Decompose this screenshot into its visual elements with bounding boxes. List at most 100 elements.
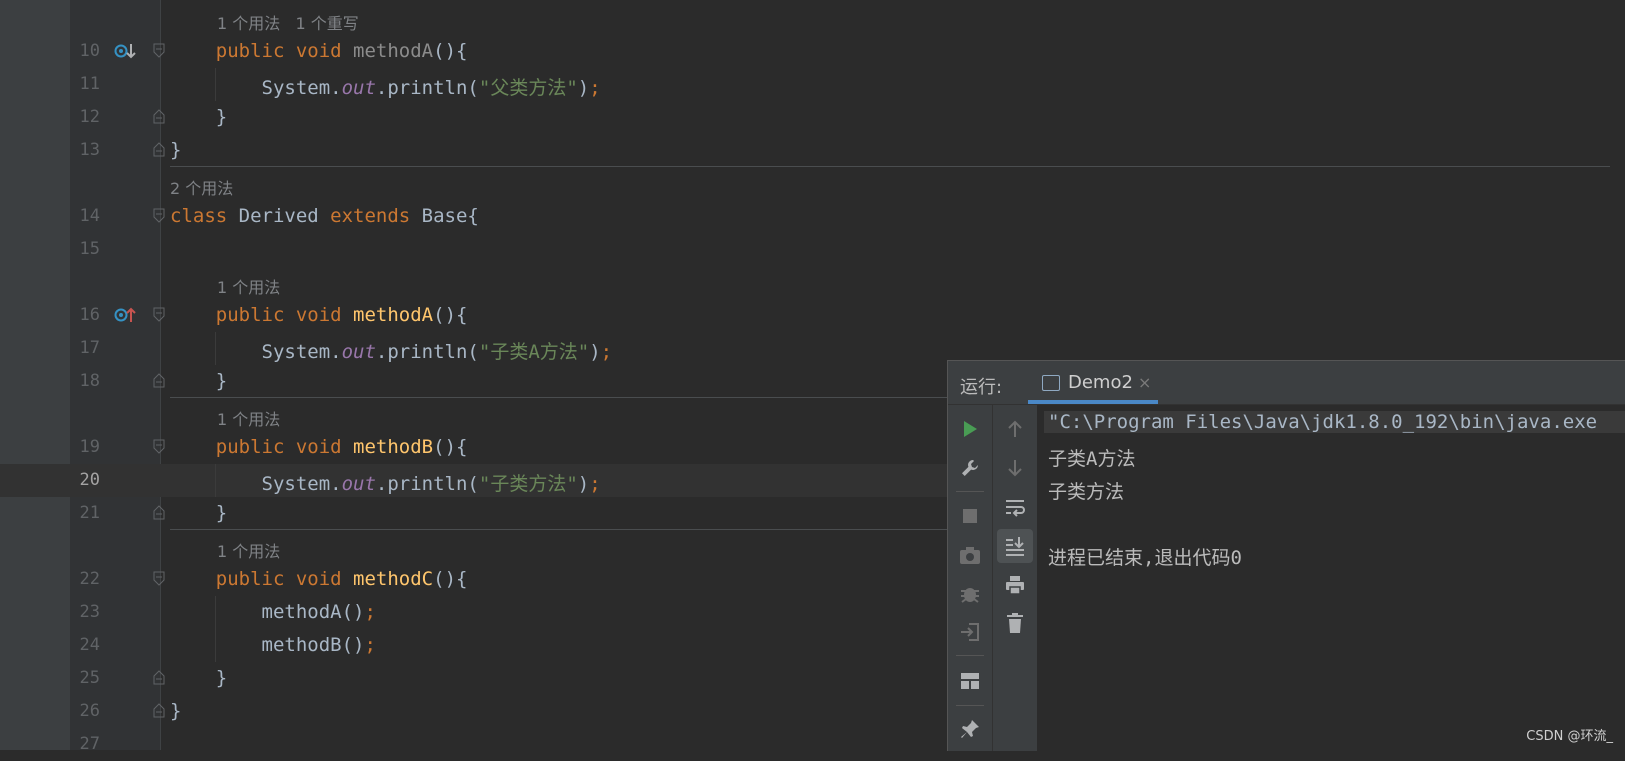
code-token: methodA xyxy=(353,40,434,62)
usage-hint[interactable]: 1 个用法 xyxy=(0,266,1625,299)
code-text[interactable]: } xyxy=(170,139,181,161)
code-token: ) xyxy=(577,77,590,99)
arrow-up-icon[interactable] xyxy=(1001,415,1029,443)
camera-icon[interactable] xyxy=(956,541,984,569)
usage-hint[interactable]: 2 个用法 xyxy=(0,167,1625,200)
code-text[interactable]: public void methodC(){ xyxy=(170,568,468,590)
code-text[interactable]: public void methodA(){ xyxy=(170,40,468,62)
login-icon[interactable] xyxy=(956,618,984,646)
code-text[interactable]: } xyxy=(170,667,227,689)
fold-marker-icon[interactable] xyxy=(153,142,165,157)
line-number: 10 xyxy=(79,41,100,61)
code-text[interactable]: } xyxy=(170,700,181,722)
run-toolbar-right xyxy=(993,405,1038,751)
code-token: (){ xyxy=(433,40,468,62)
code-text[interactable]: System.out.println("父类方法"); xyxy=(170,73,601,100)
code-token: "父类方法" xyxy=(478,77,578,99)
console-line[interactable]: 子类方法 xyxy=(1048,477,1124,504)
code-text[interactable]: } xyxy=(170,502,227,524)
fold-marker-icon[interactable] xyxy=(153,208,165,223)
code-token: System. xyxy=(170,77,342,99)
line-number: 13 xyxy=(79,140,100,160)
usage-hint-text[interactable]: 2 个用法 xyxy=(170,175,233,199)
fold-marker-icon[interactable] xyxy=(153,571,165,586)
code-token: .println( xyxy=(375,341,479,363)
indent-guide xyxy=(215,464,216,497)
code-token: public xyxy=(215,568,296,590)
scroll-to-end-icon[interactable] xyxy=(997,529,1033,563)
close-tab-icon[interactable]: × xyxy=(1138,373,1151,392)
code-line-12[interactable]: 12 } xyxy=(0,101,1625,134)
fold-marker-icon[interactable] xyxy=(153,505,165,520)
usage-hint-text[interactable]: 1 个用法 xyxy=(217,406,280,430)
toolbar-separator xyxy=(956,655,984,656)
code-text[interactable]: System.out.println("子类A方法"); xyxy=(170,337,613,364)
usage-hint-text[interactable]: 1 个用法 xyxy=(217,538,280,562)
code-token: public xyxy=(215,436,296,458)
code-text[interactable]: class Derived extends Base{ xyxy=(170,205,479,227)
code-token: System. xyxy=(170,473,342,495)
code-token: extends xyxy=(330,205,422,227)
stop-icon[interactable] xyxy=(956,502,984,530)
code-text[interactable]: public void methodA(){ xyxy=(170,304,468,326)
code-token: public xyxy=(215,40,296,62)
pin-icon[interactable] xyxy=(956,715,984,743)
code-token: public xyxy=(215,304,296,326)
fold-marker-icon[interactable] xyxy=(153,307,165,322)
code-text[interactable]: methodB(); xyxy=(170,634,376,656)
trash-icon[interactable] xyxy=(1001,609,1029,637)
code-line-16[interactable]: 16 public void methodA(){ xyxy=(0,299,1625,332)
override-up-icon[interactable] xyxy=(114,305,136,329)
code-token: void xyxy=(295,304,354,326)
code-text[interactable]: } xyxy=(170,370,227,392)
code-text[interactable]: public void methodB(){ xyxy=(170,436,468,458)
code-text[interactable]: } xyxy=(170,106,227,128)
code-token: } xyxy=(170,667,228,689)
run-icon[interactable] xyxy=(956,415,984,443)
code-token: void xyxy=(295,568,354,590)
line-number: 16 xyxy=(79,305,100,325)
line-number: 14 xyxy=(79,206,100,226)
console-output[interactable]: "C:\Program Files\Java\jdk1.8.0_192\bin\… xyxy=(1044,405,1625,751)
arrow-down-icon[interactable] xyxy=(1001,454,1029,482)
code-token: Base{ xyxy=(421,205,479,227)
code-token: (){ xyxy=(433,304,468,326)
fold-marker-icon[interactable] xyxy=(153,439,165,454)
usage-hint-text[interactable]: 1 个用法 xyxy=(217,274,280,298)
code-line-15[interactable]: 15 xyxy=(0,233,1625,266)
layout-icon[interactable] xyxy=(956,667,984,695)
usage-hint[interactable]: 1 个用法 1 个重写 xyxy=(0,2,1625,35)
override-down-icon[interactable] xyxy=(114,41,136,65)
code-line-14[interactable]: 14 class Derived extends Base{ xyxy=(0,200,1625,233)
code-token: void xyxy=(295,40,354,62)
wrench-icon[interactable] xyxy=(956,454,984,482)
code-line-11[interactable]: 11 System.out.println("父类方法"); xyxy=(0,68,1625,101)
code-text[interactable]: System.out.println("子类方法"); xyxy=(170,469,601,496)
code-line-13[interactable]: 13} xyxy=(0,134,1625,167)
line-number: 18 xyxy=(79,371,100,391)
console-line[interactable]: 子类A方法 xyxy=(1048,444,1135,471)
code-text[interactable]: methodA(); xyxy=(170,601,376,623)
code-token: } xyxy=(170,106,228,128)
tab-demo2[interactable]: Demo2 × xyxy=(1028,361,1158,404)
fold-marker-icon[interactable] xyxy=(153,670,165,685)
code-token: } xyxy=(170,139,182,161)
console-line[interactable]: "C:\Program Files\Java\jdk1.8.0_192\bin\… xyxy=(1044,411,1625,433)
fold-marker-icon[interactable] xyxy=(153,703,165,718)
debug-icon[interactable] xyxy=(956,580,984,608)
code-line-10[interactable]: 10 public void methodA(){ xyxy=(0,35,1625,68)
console-line[interactable]: 进程已结束,退出代码0 xyxy=(1048,543,1242,570)
code-token: methodB() xyxy=(170,634,365,656)
soft-wrap-icon[interactable] xyxy=(1001,493,1029,521)
print-icon[interactable] xyxy=(1001,571,1029,599)
line-number: 24 xyxy=(79,635,100,655)
usage-hint-text[interactable]: 1 个用法 1 个重写 xyxy=(217,10,359,34)
tab-label: Demo2 xyxy=(1068,372,1133,393)
code-token: methodC xyxy=(353,568,434,590)
run-label: 运行: xyxy=(960,377,1003,398)
fold-marker-icon[interactable] xyxy=(153,109,165,124)
fold-marker-icon[interactable] xyxy=(153,43,165,58)
fold-marker-icon[interactable] xyxy=(153,373,165,388)
